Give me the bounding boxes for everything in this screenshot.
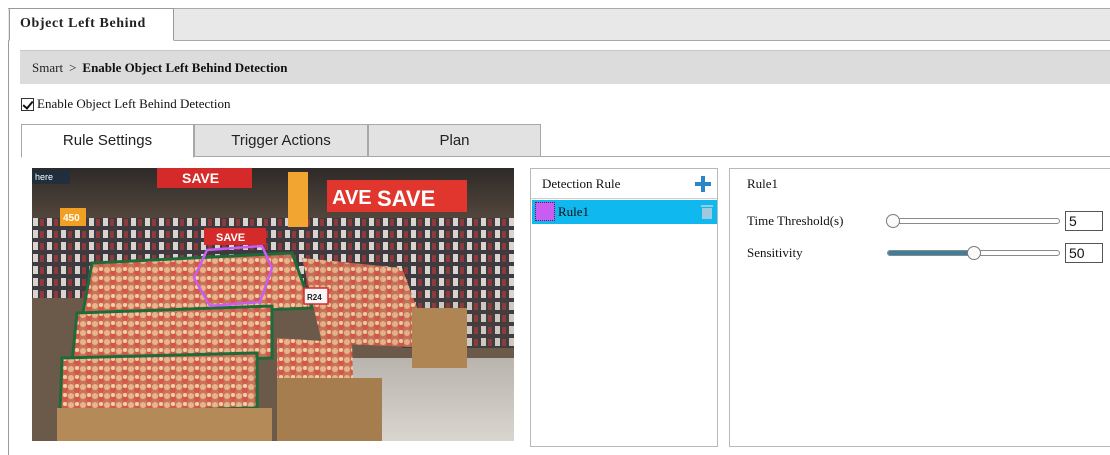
time-threshold-slider[interactable] (886, 214, 1060, 228)
wooden-stand-mid (412, 308, 467, 368)
sensitivity-input[interactable] (1065, 243, 1103, 263)
enable-detection-checkbox[interactable] (21, 97, 34, 111)
video-text-save-3: SAVE (377, 186, 435, 211)
video-text-save-4: SAVE (216, 232, 245, 244)
rule-color-swatch[interactable] (535, 202, 555, 221)
trash-icon[interactable] (701, 204, 713, 219)
sensitivity-slider[interactable] (887, 246, 1060, 260)
sensitivity-slider-thumb[interactable] (966, 246, 981, 260)
breadcrumb-root: Smart (32, 60, 64, 75)
video-text-r24: R24 (307, 293, 322, 302)
video-text-here: here (35, 172, 53, 182)
rule-detail-panel: Rule1 Time Threshold(s) Sensitivity (729, 168, 1110, 447)
video-frame: SAVE AVE SAVE 450 SAVE here R24 (32, 168, 514, 441)
breadcrumb-current: Enable Object Left Behind Detection (82, 60, 288, 75)
enable-detection-label: Enable Object Left Behind Detection (37, 96, 231, 111)
tab-trigger-actions[interactable]: Trigger Actions (194, 124, 368, 157)
price-sign-orange (288, 172, 308, 227)
wooden-crate-right (277, 378, 382, 441)
enable-detection-row[interactable]: Enable Object Left Behind Detection (21, 95, 230, 113)
rule-list-item[interactable]: Rule1 (532, 200, 717, 224)
video-text-450: 450 (63, 213, 80, 224)
breadcrumb: Smart > Enable Object Left Behind Detectio… (20, 50, 1110, 84)
detection-rule-panel: Detection Rule Rule1 (530, 168, 718, 447)
video-text-save-2: AVE (332, 187, 372, 209)
tab-object-left-behind[interactable]: Object Left Behind (9, 8, 174, 41)
detection-rule-header: Detection Rule (531, 169, 717, 199)
tab-plan[interactable]: Plan (368, 124, 541, 157)
tab-rule-settings[interactable]: Rule Settings (21, 124, 194, 158)
plus-icon[interactable] (695, 176, 711, 192)
video-text-save-1: SAVE (182, 170, 219, 186)
sensitivity-slider-fill (888, 251, 974, 255)
rule-detail-title: Rule1 (747, 176, 779, 191)
fruit-stand-low (58, 351, 259, 415)
detection-rule-title: Detection Rule (542, 176, 621, 191)
settings-tabs: Rule Settings Trigger Actions Plan (21, 124, 1110, 158)
time-threshold-slider-thumb[interactable] (886, 214, 901, 228)
wooden-crate-front (57, 408, 272, 441)
time-threshold-label: Time Threshold(s) (747, 213, 844, 228)
breadcrumb-separator: > (69, 60, 77, 75)
time-threshold-input[interactable] (1065, 211, 1103, 231)
rule-item-label: Rule1 (558, 204, 590, 219)
window-left-border (8, 8, 9, 455)
sensitivity-label: Sensitivity (747, 245, 803, 260)
live-video-view[interactable]: SAVE AVE SAVE 450 SAVE here R24 (32, 168, 514, 441)
